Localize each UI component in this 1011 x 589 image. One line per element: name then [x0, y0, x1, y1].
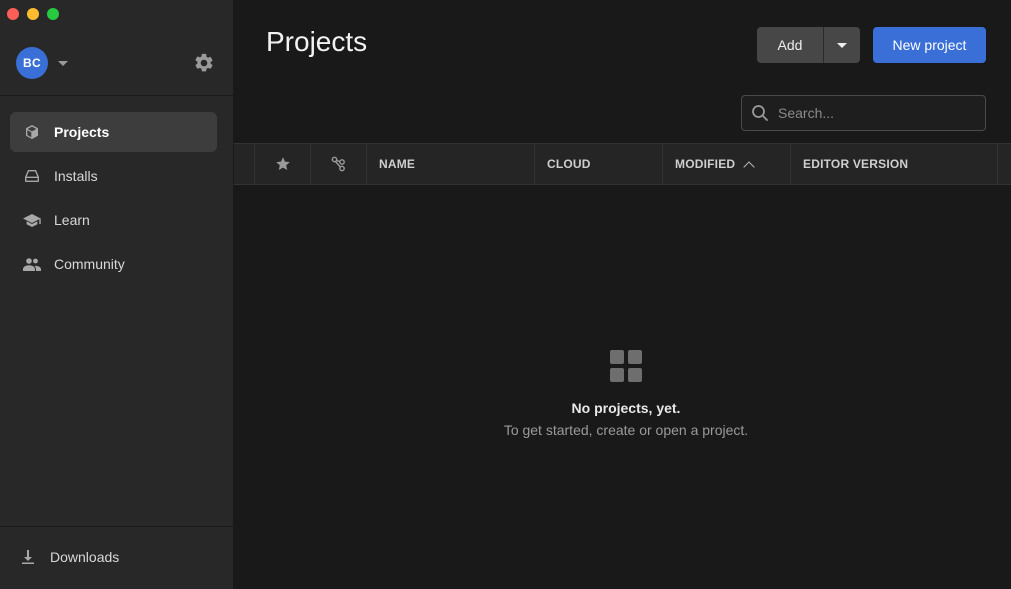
grid-icon [610, 350, 642, 382]
search-input[interactable] [778, 105, 978, 121]
sidebar-item-projects[interactable]: Projects [10, 112, 217, 152]
sort-ascending-icon [743, 160, 755, 173]
maximize-window-button[interactable] [47, 8, 59, 20]
download-icon [22, 550, 34, 564]
close-window-button[interactable] [7, 8, 19, 20]
sidebar-item-label: Community [54, 256, 125, 272]
people-icon [23, 255, 41, 273]
vcs-column-header[interactable] [311, 144, 367, 184]
downloads-label: Downloads [50, 549, 120, 565]
search-box [741, 95, 986, 131]
main-content: Projects Add New project NAME CLOUD MODI… [234, 0, 1011, 589]
sidebar-item-label: Learn [54, 212, 90, 228]
divider [0, 95, 233, 96]
column-header-editor-version[interactable]: EDITOR VERSION [791, 144, 998, 184]
favorite-column-header[interactable] [255, 144, 311, 184]
window-controls [7, 8, 59, 20]
star-icon [275, 157, 290, 170]
column-header-modified[interactable]: MODIFIED [663, 144, 791, 184]
account-menu[interactable]: BC [16, 47, 68, 79]
sidebar-item-label: Installs [54, 168, 98, 184]
select-column-header [234, 144, 255, 184]
avatar: BC [16, 47, 48, 79]
column-header-name[interactable]: NAME [367, 144, 535, 184]
add-dropdown-button[interactable] [824, 27, 860, 63]
add-button-group: Add [757, 27, 860, 63]
add-button[interactable]: Add [757, 27, 824, 63]
divider [0, 526, 233, 527]
drive-icon [23, 167, 41, 185]
gear-icon[interactable] [193, 52, 215, 74]
empty-state-title: No projects, yet. [571, 400, 681, 416]
empty-state: No projects, yet. To get started, create… [234, 350, 1011, 438]
sidebar-item-installs[interactable]: Installs [10, 156, 217, 196]
downloads-button[interactable]: Downloads [20, 549, 119, 565]
sidebar: BC Projects Installs Learn Community Dow… [0, 0, 234, 589]
empty-state-subtitle: To get started, create or open a project… [503, 422, 749, 438]
table-header: NAME CLOUD MODIFIED EDITOR VERSION [234, 143, 1011, 185]
sidebar-item-community[interactable]: Community [10, 244, 217, 284]
sidebar-nav: Projects Installs Learn Community [10, 112, 217, 288]
column-header-label: MODIFIED [675, 157, 736, 171]
chevron-down-icon [58, 60, 68, 66]
new-project-button[interactable]: New project [873, 27, 986, 63]
cube-icon [23, 123, 41, 141]
column-header-cloud[interactable]: CLOUD [535, 144, 663, 184]
graduation-cap-icon [23, 211, 41, 229]
branch-icon [331, 156, 345, 172]
page-title: Projects [266, 26, 368, 57]
chevron-down-icon [837, 42, 847, 48]
search-icon [752, 105, 768, 121]
sidebar-item-learn[interactable]: Learn [10, 200, 217, 240]
minimize-window-button[interactable] [27, 8, 39, 20]
sidebar-item-label: Projects [54, 124, 110, 140]
